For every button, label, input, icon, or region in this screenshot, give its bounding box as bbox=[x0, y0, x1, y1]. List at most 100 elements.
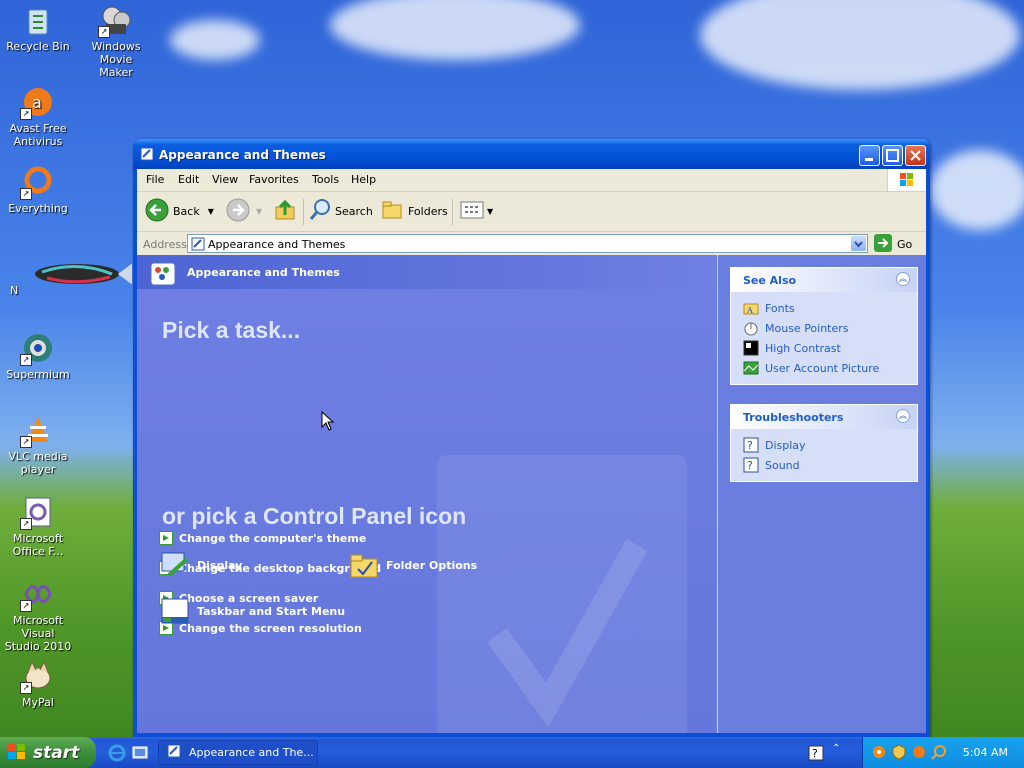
desktop-icon-label: Windows Movie Maker bbox=[91, 40, 141, 79]
appearance-themes-icon bbox=[140, 147, 154, 161]
search-button[interactable]: Search bbox=[308, 198, 373, 222]
internet-explorer-icon[interactable] bbox=[108, 744, 126, 765]
task-label: Change the computer's theme bbox=[179, 531, 367, 545]
up-folder-button[interactable] bbox=[273, 199, 297, 222]
contrast-icon bbox=[743, 340, 759, 356]
category-title: Appearance and Themes bbox=[187, 266, 340, 279]
side-pane: See Also ︽ A Fonts Mouse Pointers High C… bbox=[717, 255, 926, 733]
desktop-icon-mypal[interactable]: ↗ MyPal bbox=[0, 660, 76, 709]
see-also-mouse-pointers[interactable]: Mouse Pointers bbox=[731, 318, 917, 338]
desktop-icon-everything[interactable]: ↗ Everything bbox=[0, 166, 76, 215]
see-also-label: User Account Picture bbox=[765, 361, 880, 375]
supermium-icon: ↗ bbox=[20, 332, 54, 366]
see-also-fonts[interactable]: A Fonts bbox=[731, 298, 917, 318]
folders-label: Folders bbox=[408, 204, 448, 218]
category-header: Appearance and Themes bbox=[137, 255, 716, 289]
desktop-icon-visual-studio[interactable]: ↗ Microsoft Visual Studio 2010 bbox=[0, 578, 76, 653]
clock[interactable]: 5:04 AM bbox=[963, 746, 1008, 759]
help-icon: ? bbox=[743, 437, 759, 453]
control-panel-label: Taskbar and Start Menu bbox=[197, 604, 346, 618]
task-link-theme[interactable]: Change the computer's theme bbox=[159, 531, 366, 545]
chevron-down-icon[interactable]: ▼ bbox=[256, 207, 262, 216]
see-also-high-contrast[interactable]: High Contrast bbox=[731, 338, 917, 358]
desktop-icon-recycle-bin[interactable]: Recycle Bin bbox=[0, 4, 76, 53]
troubleshooters-box: Troubleshooters ︽ ? Display ? Sound bbox=[730, 404, 918, 482]
chevron-down-icon[interactable]: ▼ bbox=[487, 207, 493, 216]
views-button[interactable]: ▼ bbox=[459, 200, 493, 222]
menu-edit[interactable]: Edit bbox=[178, 173, 199, 186]
control-panel-taskbar-start-menu[interactable]: Taskbar and Start Menu bbox=[159, 595, 345, 627]
troubleshooter-sound[interactable]: ? Sound bbox=[731, 455, 917, 475]
pick-task-heading: Pick a task... bbox=[162, 317, 301, 343]
desktop-icon-supermium[interactable]: ↗ Supermium bbox=[0, 332, 76, 381]
menu-file[interactable]: File bbox=[146, 173, 164, 186]
desktop-icon-n[interactable]: N bbox=[0, 248, 132, 297]
minimize-button[interactable] bbox=[859, 145, 880, 166]
see-also-title: See Also bbox=[743, 274, 797, 287]
taskbar-icon bbox=[159, 595, 191, 627]
go-label: Go bbox=[897, 237, 913, 251]
search-icon[interactable] bbox=[931, 744, 947, 763]
menu-tools[interactable]: Tools bbox=[312, 173, 339, 186]
start-button[interactable]: start bbox=[0, 737, 96, 768]
address-value: Appearance and Themes bbox=[208, 238, 346, 251]
control-panel-display[interactable]: Display bbox=[159, 549, 242, 581]
svg-text:?: ? bbox=[747, 459, 753, 472]
desktop-icon-label: MyPal bbox=[22, 696, 54, 709]
antivirus-icon[interactable] bbox=[911, 744, 927, 763]
desktop-icon-label: Microsoft Office F... bbox=[12, 532, 64, 558]
desktop-icon-movie-maker[interactable]: ↗ Windows Movie Maker bbox=[78, 4, 154, 79]
folders-button[interactable]: Folders bbox=[380, 200, 448, 222]
troubleshooters-header[interactable]: Troubleshooters ︽ bbox=[731, 405, 917, 429]
views-icon bbox=[459, 199, 485, 224]
menu-bar: File Edit View Favorites Tools Help bbox=[137, 169, 926, 192]
back-arrow-icon bbox=[145, 198, 169, 225]
maximize-button[interactable] bbox=[882, 145, 903, 166]
forward-button[interactable]: ▼ bbox=[226, 198, 262, 225]
desktop-icon-vlc[interactable]: ↗ VLC media player bbox=[0, 414, 76, 476]
see-also-label: Mouse Pointers bbox=[765, 321, 849, 335]
back-label: Back bbox=[173, 204, 200, 218]
toolbar: Back ▼ ▼ Search Folders ▼ bbox=[137, 192, 926, 232]
collapse-chevron-icon[interactable]: ︽ bbox=[896, 409, 910, 423]
close-button[interactable] bbox=[905, 145, 926, 166]
taskbar-window-button[interactable]: Appearance and The... bbox=[158, 740, 318, 765]
network-icon[interactable] bbox=[871, 744, 887, 763]
shield-icon[interactable] bbox=[891, 744, 907, 763]
window-titlebar[interactable]: Appearance and Themes bbox=[133, 139, 930, 169]
chevron-up-icon[interactable]: ⌃ bbox=[832, 743, 840, 754]
chevron-down-icon[interactable]: ▼ bbox=[208, 207, 214, 216]
help-icon[interactable]: ? bbox=[808, 745, 824, 764]
address-field[interactable]: Appearance and Themes bbox=[187, 234, 868, 253]
desktop-icon-office[interactable]: ↗ Microsoft Office F... bbox=[0, 496, 76, 558]
fish-icon bbox=[22, 248, 132, 285]
see-also-header[interactable]: See Also ︽ bbox=[731, 268, 917, 292]
menu-view[interactable]: View bbox=[212, 173, 238, 186]
desktop-icon-label: Microsoft Visual Studio 2010 bbox=[4, 614, 72, 653]
go-button[interactable]: Go bbox=[873, 233, 913, 254]
collapse-chevron-icon[interactable]: ︽ bbox=[896, 272, 910, 286]
desktop-icon-avast[interactable]: a ↗ Avast Free Antivirus bbox=[0, 86, 76, 148]
menu-favorites[interactable]: Favorites bbox=[249, 173, 299, 186]
folder-options-icon bbox=[348, 549, 380, 581]
recycle-bin-icon bbox=[22, 4, 54, 36]
toolbar-separator bbox=[452, 199, 453, 225]
windows-logo-icon bbox=[887, 169, 926, 191]
address-bar: Address Appearance and Themes Go bbox=[137, 232, 926, 256]
appearance-themes-icon bbox=[191, 237, 205, 254]
address-dropdown-button[interactable] bbox=[851, 236, 866, 251]
mouse-cursor-icon bbox=[321, 410, 335, 434]
address-label: Address bbox=[143, 238, 187, 251]
menu-help[interactable]: Help bbox=[351, 173, 376, 186]
explorer-window[interactable]: Appearance and Themes File Edit View Fav… bbox=[133, 139, 930, 737]
search-label: Search bbox=[335, 204, 373, 218]
forward-arrow-icon bbox=[226, 198, 250, 225]
troubleshooter-display[interactable]: ? Display bbox=[731, 435, 917, 455]
show-desktop-icon[interactable] bbox=[131, 744, 149, 765]
see-also-label: Fonts bbox=[765, 301, 795, 315]
control-panel-folder-options[interactable]: Folder Options bbox=[348, 549, 477, 581]
see-also-user-account-picture[interactable]: User Account Picture bbox=[731, 358, 917, 378]
back-button[interactable]: Back ▼ bbox=[145, 198, 214, 225]
pick-icon-heading: or pick a Control Panel icon bbox=[162, 503, 467, 529]
desktop-icon-label: Supermium bbox=[6, 368, 70, 381]
